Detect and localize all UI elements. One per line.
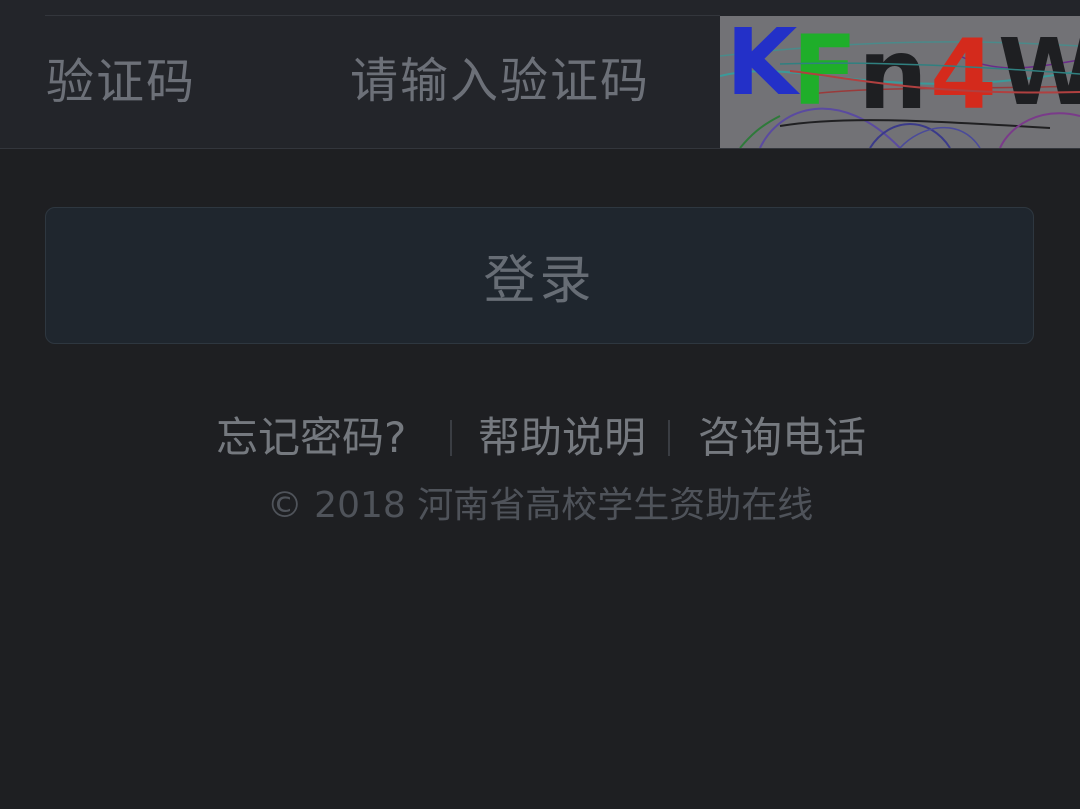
contact-phone-link[interactable]: 咨询电话	[698, 410, 866, 466]
copyright-text: © 2018 河南省高校学生资助在线	[266, 485, 814, 526]
captcha-image[interactable]: K F n 4 W	[720, 16, 1080, 148]
captcha-input[interactable]	[290, 46, 710, 116]
login-button[interactable]: 登录	[45, 207, 1034, 344]
captcha-label: 验证码	[46, 54, 197, 110]
login-page: 验证码 K F n 4 W	[0, 0, 1080, 809]
help-links: 忘记密码? 帮助说明 咨询电话	[0, 410, 1080, 466]
link-separator	[450, 420, 452, 456]
captcha-char-4: 4	[930, 19, 997, 131]
help-link[interactable]: 帮助说明	[478, 410, 646, 466]
forgot-password-link[interactable]: 忘记密码?	[216, 410, 406, 466]
link-separator	[668, 420, 670, 456]
captcha-char-n: n	[858, 18, 928, 132]
captcha-char-k: K	[726, 16, 801, 116]
previous-field-row	[0, 0, 1080, 16]
captcha-row: 验证码 K F n 4 W	[0, 16, 1080, 149]
